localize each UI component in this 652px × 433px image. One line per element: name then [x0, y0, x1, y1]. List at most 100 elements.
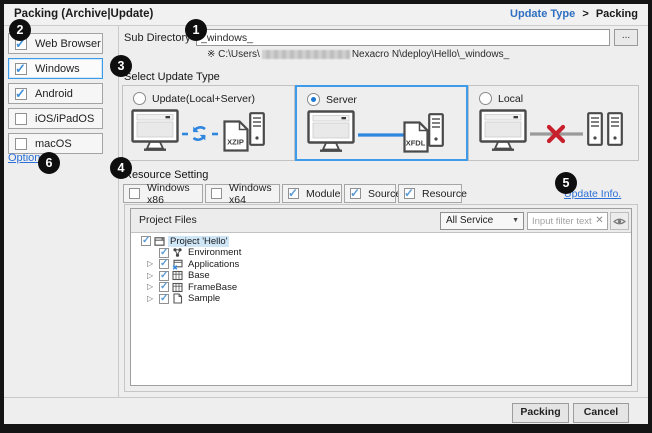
source-checkbox[interactable] — [350, 188, 361, 199]
tree-label[interactable]: FrameBase — [186, 282, 239, 293]
project-files-panel: Project Files All Service — [130, 208, 632, 386]
resource-setting-label: Resource Setting — [124, 169, 208, 181]
sync-icon — [193, 127, 205, 141]
update-type-option-local[interactable]: Local — [468, 86, 640, 160]
tree-row-applications[interactable]: Applications — [132, 258, 241, 270]
tree-label[interactable]: Base — [186, 270, 212, 281]
resource-checkbox-module[interactable]: Module — [282, 184, 342, 203]
resource-checkbox-label: Windows x64 — [229, 182, 279, 206]
breadcrumb-current: Packing — [596, 8, 638, 20]
expand-arrow-icon[interactable] — [147, 271, 156, 281]
update-type-option-update[interactable]: Update(Local+Server) — [123, 86, 295, 160]
sidebar-item-label: iOS/iPadOS — [35, 113, 94, 125]
sidebar-item-android[interactable]: Android — [8, 83, 103, 104]
grid-icon — [172, 270, 183, 281]
project-files-title: Project Files — [139, 209, 197, 232]
android-checkbox[interactable] — [15, 88, 27, 100]
expand-arrow-icon[interactable] — [147, 294, 156, 304]
applications-checkbox[interactable] — [159, 259, 169, 269]
packing-button[interactable]: Packing — [512, 403, 569, 423]
svg-text:XFDL: XFDL — [406, 139, 426, 148]
tree-label[interactable]: Project 'Hello' — [168, 236, 229, 247]
sub-directory-input[interactable] — [196, 29, 610, 46]
resource-checkbox-label: Resource — [422, 188, 467, 200]
resource-checkbox-windows-x86[interactable]: Windows x86 — [123, 184, 203, 203]
eye-icon — [613, 217, 626, 226]
redacted-path-segment — [262, 50, 350, 59]
framebase-checkbox[interactable] — [159, 282, 169, 292]
xzip-file-icon: XZIP — [225, 122, 248, 151]
expand-arrow-icon[interactable] — [147, 259, 156, 269]
local-illustration — [475, 107, 635, 159]
browse-button[interactable]: ... — [614, 29, 638, 46]
environment-checkbox[interactable] — [159, 248, 169, 258]
local-option-label: Local — [498, 93, 523, 105]
resource-checkbox-resource[interactable]: Resource — [398, 184, 462, 203]
sidebar-item-ios-ipados[interactable]: iOS/iPadOS — [8, 108, 103, 129]
sidebar-item-macos[interactable]: macOS — [8, 133, 103, 154]
cancel-button[interactable]: Cancel — [573, 403, 629, 423]
dialog-title: Packing (Archive|Update) — [14, 4, 153, 25]
sidebar-item-label: macOS — [35, 138, 72, 150]
breadcrumb: Update Type > Packing — [510, 4, 638, 25]
annotation-badge-4: 4 — [110, 157, 132, 179]
update-radio-row[interactable]: Update(Local+Server) — [133, 92, 255, 105]
service-filter-dropdown[interactable]: All Service — [440, 212, 524, 230]
clear-filter-icon[interactable] — [592, 212, 607, 230]
local-radio-row[interactable]: Local — [479, 92, 523, 105]
breadcrumb-separator: > — [582, 8, 588, 20]
annotation-badge-5: 5 — [555, 172, 577, 194]
sidebar-item-label: Android — [35, 88, 73, 100]
service-filter-value: All Service — [446, 213, 493, 229]
resource-checkbox-source[interactable]: Source — [344, 184, 396, 203]
xfdl-file-icon: XFDL — [405, 123, 428, 152]
ios-ipados-checkbox[interactable] — [15, 113, 27, 125]
base-checkbox[interactable] — [159, 271, 169, 281]
update-type-link[interactable]: Update Type — [510, 8, 575, 20]
annotation-badge-3: 3 — [110, 55, 132, 77]
svg-text:XZIP: XZIP — [227, 138, 244, 147]
server-radio-row[interactable]: Server — [307, 93, 357, 106]
annotation-badge-6: 6 — [38, 152, 60, 174]
project-files-tree: Project 'Hello' Environment — [131, 233, 631, 385]
update-type-option-server[interactable]: Server — [295, 85, 468, 161]
monitor-icon — [481, 111, 526, 151]
update-radio[interactable] — [133, 92, 146, 105]
tree-row-framebase[interactable]: FrameBase — [132, 281, 239, 293]
title-bar: Packing (Archive|Update) Update Type > P… — [4, 4, 648, 26]
sidebar-item-label: Web Browser — [35, 38, 101, 50]
deploy-path-note: ※ C:\Users\ Nexacro N\deploy\Hello\_wind… — [207, 49, 509, 60]
tree-label[interactable]: Sample — [186, 293, 222, 304]
resource-checkbox-windows-x64[interactable]: Windows x64 — [205, 184, 280, 203]
macos-checkbox[interactable] — [15, 138, 27, 150]
tree-row-project[interactable]: Project 'Hello' — [132, 235, 229, 247]
windows-checkbox[interactable] — [15, 63, 27, 75]
select-update-type-label: Select Update Type — [124, 71, 220, 83]
update-type-groupbox: Update(Local+Server) — [122, 85, 639, 161]
chevron-down-icon — [512, 213, 519, 229]
resource-checkbox[interactable] — [404, 188, 415, 199]
windows-x86-checkbox[interactable] — [129, 188, 140, 199]
expand-arrow-icon[interactable] — [147, 282, 156, 292]
local-radio[interactable] — [479, 92, 492, 105]
update-option-label: Update(Local+Server) — [152, 93, 255, 105]
grid-icon — [172, 282, 183, 293]
server-option-label: Server — [326, 94, 357, 106]
tree-row-base[interactable]: Base — [132, 270, 212, 282]
server-icon — [250, 113, 264, 145]
server-radio[interactable] — [307, 93, 320, 106]
windows-x64-checkbox[interactable] — [211, 188, 222, 199]
resource-checkbox-label: Source — [368, 188, 401, 200]
tree-label[interactable]: Applications — [186, 259, 241, 270]
server-icon — [608, 113, 622, 145]
tree-row-sample[interactable]: Sample — [132, 293, 222, 305]
sidebar-item-windows[interactable]: Windows — [8, 58, 103, 79]
tree-label[interactable]: Environment — [186, 247, 243, 258]
project-checkbox[interactable] — [141, 236, 151, 246]
footer-divider — [4, 397, 648, 398]
view-options-button[interactable] — [610, 212, 629, 230]
tree-row-environment[interactable]: Environment — [132, 247, 243, 259]
module-checkbox[interactable] — [288, 188, 299, 199]
project-files-header: Project Files All Service — [131, 209, 631, 233]
sample-checkbox[interactable] — [159, 294, 169, 304]
